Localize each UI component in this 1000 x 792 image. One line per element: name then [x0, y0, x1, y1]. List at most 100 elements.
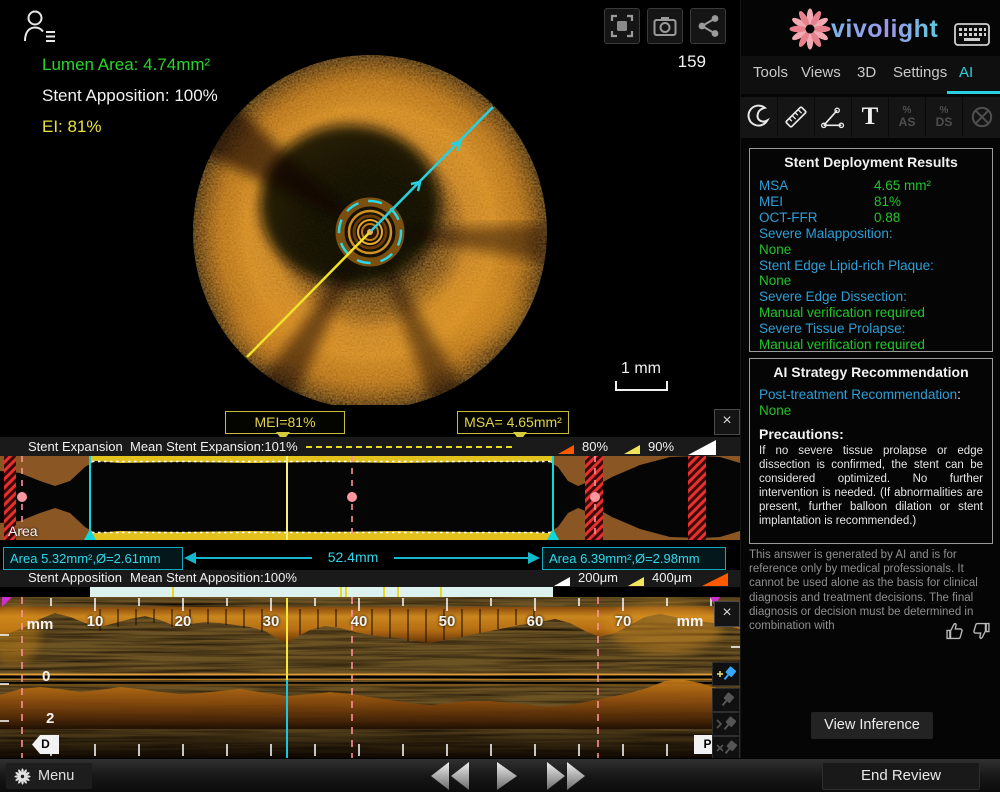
scale-bar	[615, 381, 668, 391]
patient-icon	[22, 8, 60, 46]
metric-value: 4.65 mm²	[874, 178, 931, 194]
pin-prev-icon	[715, 691, 737, 709]
add-pin-icon	[715, 665, 737, 683]
finding-label: Severe Edge Dissection:	[759, 289, 983, 305]
legend-80-label: 80%	[582, 439, 608, 454]
finding-label: Stent Edge Lipid-rich Plaque:	[759, 258, 983, 274]
thumbs-up-button[interactable]	[945, 622, 967, 642]
ruler-label-10: 10	[73, 613, 117, 630]
finding-label: Severe Malapposition:	[759, 226, 983, 242]
close-chart-button[interactable]: ×	[714, 409, 740, 435]
fast-forward-button[interactable]	[546, 762, 586, 790]
finding-edge-dissection: Severe Edge Dissection: Manual verificat…	[759, 289, 983, 321]
end-review-button[interactable]: End Review	[822, 762, 980, 790]
menu-button[interactable]: Menu	[6, 763, 92, 789]
play-icon	[497, 762, 517, 790]
ruler-label-20: 20	[161, 613, 205, 630]
stent-apposition-readout: Stent Apposition: 100%	[42, 86, 218, 106]
vivolight-logo: vivolight	[787, 5, 959, 51]
apposition-header: Stent Apposition Mean Stent Apposition:1…	[0, 570, 740, 587]
angle-tool[interactable]	[815, 97, 852, 137]
stent-length-label: 52.4mm	[312, 549, 394, 565]
apposition-bar[interactable]	[90, 587, 553, 597]
thumbs-down-button[interactable]	[971, 622, 993, 642]
apposition-tick	[172, 587, 174, 597]
area-axis-label: Area	[8, 523, 38, 539]
clear-tool-icon	[967, 102, 997, 132]
ds-tool-percent: %	[940, 106, 949, 116]
finding-value: Manual verification required	[759, 337, 983, 353]
ruler-label-40: 40	[337, 613, 381, 630]
bookmark-prev-button[interactable]	[712, 688, 740, 712]
lumen-contour-tool[interactable]	[741, 97, 778, 137]
keyboard-icon	[953, 22, 993, 48]
text-tool-icon: T	[862, 102, 879, 132]
cross-section-view[interactable]: Lumen Area: 4.74mm² Stent Apposition: 10…	[0, 0, 740, 405]
rewind-button[interactable]	[430, 762, 470, 790]
ei-readout: EI: 81%	[42, 117, 102, 137]
tab-3d[interactable]: 3D	[857, 64, 876, 81]
precautions-body: If no severe tissue prolapse or edge dis…	[759, 444, 983, 528]
recommendation-label: Post-treatment Recommendation	[759, 387, 957, 402]
tab-ai[interactable]: AI	[959, 64, 973, 81]
apposition-tick	[340, 587, 342, 597]
close-longview-button[interactable]: ×	[714, 601, 740, 627]
ruler-tool[interactable]	[778, 97, 815, 137]
apposition-tick	[397, 587, 399, 597]
right-panel: vivolight Tools Views 3D Settings AI	[740, 0, 1000, 758]
keyboard-button[interactable]	[953, 22, 993, 48]
ds-tool-label: DS	[936, 116, 953, 129]
scale-bar-label: 1 mm	[613, 360, 669, 378]
legend-400-label: 400μm	[652, 570, 692, 585]
metric-msa: MSA 4.65 mm²	[759, 178, 983, 194]
recommendation-colon: :	[957, 387, 961, 402]
add-bookmark-button[interactable]	[712, 662, 740, 686]
msa-marker-box[interactable]: MSA= 4.65mm²	[457, 411, 569, 434]
fullscreen-button[interactable]	[604, 8, 640, 44]
share-button[interactable]	[690, 8, 726, 44]
ruler-label-70: 70	[601, 613, 645, 630]
legend-80-icon	[558, 445, 574, 454]
menu-label: Menu	[38, 768, 74, 784]
camera-icon	[652, 13, 678, 39]
mei-marker-box[interactable]: MEI=81%	[225, 411, 345, 434]
tab-tools[interactable]: Tools	[753, 64, 788, 81]
fast-forward-icon	[547, 762, 565, 790]
snapshot-button[interactable]	[647, 8, 683, 44]
ruler-unit-left: mm	[22, 616, 58, 633]
view-inference-button[interactable]: View Inference	[811, 712, 933, 739]
expansion-title: Stent Expansion	[28, 439, 123, 454]
metric-value: 0.88	[874, 210, 900, 226]
text-annotation-tool[interactable]: T	[852, 97, 889, 137]
apposition-title: Stent Apposition	[28, 570, 122, 585]
longitudinal-view[interactable]: mm 10 20 30 40 50 60 70 mm 0 2 D P ×	[0, 597, 740, 758]
as-tool-label: AS	[899, 116, 916, 129]
expansion-chart[interactable]	[0, 456, 740, 540]
ruler-unit-right: mm	[670, 613, 710, 630]
rewind-icon	[431, 762, 449, 790]
metric-octffr: OCT-FFR 0.88	[759, 210, 983, 226]
pinwheel-logo-icon	[790, 9, 831, 50]
area-stenosis-tool[interactable]: % AS	[889, 97, 926, 137]
finding-malapposition: Severe Malapposition: None	[759, 226, 983, 258]
apposition-tick	[383, 587, 385, 597]
patient-info-button[interactable]	[22, 8, 60, 46]
expansion-header: Stent Expansion Mean Stent Expansion:101…	[0, 437, 740, 456]
depth-label-2: 2	[46, 710, 54, 727]
finding-value: None	[759, 273, 983, 289]
metric-mei: MEI 81%	[759, 194, 983, 210]
clear-measurements-tool[interactable]	[963, 97, 1000, 137]
tab-settings[interactable]: Settings	[893, 64, 947, 81]
bookmark-next-button[interactable]	[712, 712, 740, 736]
angle-tool-icon	[818, 102, 848, 132]
bottom-bar: Menu LAD Mid ▼ Post-PCI ▼ End Review	[0, 758, 1000, 792]
tab-views[interactable]: Views	[801, 64, 841, 81]
ruler-label-30: 30	[249, 613, 293, 630]
msa-dashed-link	[306, 446, 512, 448]
depth-label-0: 0	[42, 668, 50, 685]
finding-label: Severe Tissue Prolapse:	[759, 321, 983, 337]
ai-strategy-panel: AI Strategy Recommendation Post-treatmen…	[749, 358, 993, 544]
bookmark-delete-button[interactable]	[712, 736, 740, 760]
play-button[interactable]	[496, 762, 518, 790]
diameter-stenosis-tool[interactable]: % DS	[926, 97, 963, 137]
